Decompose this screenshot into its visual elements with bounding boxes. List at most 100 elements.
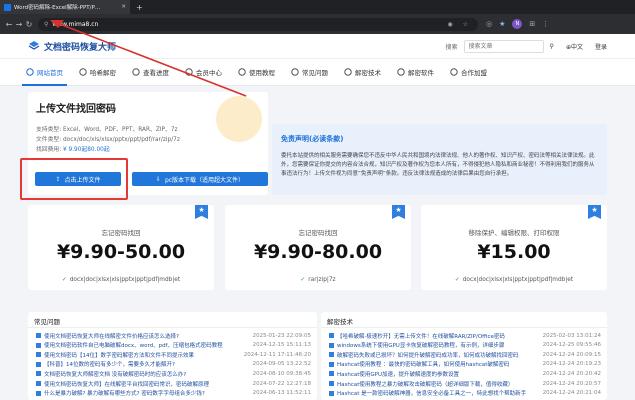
price-label: 找回费用:: [36, 147, 62, 153]
list-item-title: Hashcat使用教程之暴力破解攻击破解密码（超详细版下载，值得收藏）: [337, 381, 514, 388]
disclaimer-title: 免责声明(必读条款): [281, 135, 344, 143]
menu-item-label: 使用教程: [249, 69, 275, 77]
url-field[interactable]: ⚲ www.mima8.cn ◉ ☆: [38, 17, 478, 31]
star-ribbon-icon: ★: [588, 205, 601, 219]
search-input[interactable]: [463, 39, 544, 53]
list-item-title: 什么是暴力破解? 暴力破解有哪些方式? 密码数字字母组合多少钱?: [44, 391, 205, 398]
list-item[interactable]: 破解密码失败或已损坏？如何提升破解密码成功率，如何成功破解找回密码 2024-12…: [329, 350, 601, 359]
menu-item-6[interactable]: 解密技术: [340, 58, 385, 86]
browser-menu-icon[interactable]: ⋮: [542, 20, 549, 28]
ribbon-star: ★: [198, 206, 205, 214]
check-icon: ✓: [454, 277, 460, 283]
list-item[interactable]: Hashcat使用GPU加速，提升破解速度的参数设置 2024-12-24 20:…: [329, 369, 601, 378]
new-tab-icon[interactable]: +: [136, 3, 143, 12]
bullet-icon: [36, 371, 41, 377]
menu-item-3[interactable]: 会员中心: [181, 58, 226, 86]
menu-item-0[interactable]: 网站首页: [22, 58, 67, 86]
list-item-date: 2025-01-23 22:09:05: [252, 332, 311, 339]
menu-item-label: 解密软件: [408, 69, 434, 77]
list-item[interactable]: windows系统下使用GPU显卡恢复破解密码教程，有示例，详细步骤 2024-1…: [329, 341, 601, 350]
list-item[interactable]: 什么是暴力破解? 暴力破解有哪些方式? 密码数字字母组合多少钱? 2024-06-…: [36, 389, 311, 398]
plan-price: ¥15.00: [477, 241, 551, 263]
list-item[interactable]: 使用文档密码软件自已电脑破解docx、word、pdf、压缩包格式密码教程 202…: [36, 341, 311, 350]
handshake-icon: [450, 68, 458, 76]
list-item[interactable]: 文档密码恢复大师解密文档 没有破解密码时的应该怎么办? 2024-08-10 09…: [36, 369, 311, 378]
plan-formats: ✓ rar|zip|7z: [225, 277, 411, 283]
home-icon: [26, 68, 34, 76]
search-button[interactable]: 搜索: [446, 42, 458, 51]
key-icon: [79, 68, 87, 76]
plan-price: ¥9.90-50.00: [56, 241, 186, 263]
extension-icon[interactable]: ◎: [486, 20, 492, 28]
menu-item-8[interactable]: 合作加盟: [446, 58, 491, 86]
list-item[interactable]: Hashcat使用教程 ：最快的密码破解工具，如何使用hashcat破解密码 20…: [329, 360, 601, 369]
menu-item-label: 合作加盟: [461, 69, 487, 77]
divider: [321, 327, 607, 328]
profile-avatar[interactable]: N: [512, 19, 523, 29]
list-item[interactable]: 使用文档密码恢复大师】在线解密平台找回密码常识，密码破解原理 2024-07-22…: [36, 379, 311, 388]
bullet-icon: [36, 342, 41, 348]
site-info-icon[interactable]: ⚲: [44, 21, 48, 28]
list-item[interactable]: 【哈希破解·极速秒开】无需上传文件！在线破解RAR/ZIP/Office密码 20…: [329, 331, 601, 340]
pricing-card[interactable]: ★ 忘记密码找回 ¥9.90-80.00 ✓ rar|zip|7z: [225, 205, 411, 290]
browser-tab-bar: Word密码解除-Excel解除-PPT/P… ✕ +: [0, 0, 635, 14]
list-item[interactable]: Hashcat 是一款密码破解神器，信息安全必备工具之一，特此想找个帮助新手 20…: [329, 389, 601, 398]
extensions-puzzle-icon[interactable]: ⊞: [529, 20, 535, 28]
forward-icon[interactable]: →: [14, 20, 24, 29]
list-item-title: 【科普】14位数的密码有多少个，需要多久才能解开?: [44, 362, 175, 369]
divider: [28, 327, 317, 328]
tech-title: 解密技术: [327, 318, 353, 326]
menu-item-label: 哈希解密: [90, 69, 116, 77]
list-item-title: 使用文档密码恢复大师】在线解密平台找回密码常识，密码破解原理: [44, 381, 210, 388]
plan-price: ¥9.90-80.00: [253, 241, 383, 263]
search-icon[interactable]: ⚲: [550, 43, 554, 50]
bullet-icon: [329, 352, 334, 358]
logo-icon: [28, 41, 40, 50]
faq-title: 常见问题: [34, 318, 60, 326]
list-item-date: 2024-12-24 20:20:42: [542, 370, 601, 377]
menu-item-label: 常见问题: [302, 69, 328, 77]
list-item-title: Hashcat 是一款密码破解神器，信息安全必备工具之一，特此想找个帮助新手: [337, 391, 527, 398]
site-name: 文档密码恢复大师: [44, 42, 117, 53]
list-item[interactable]: 【科普】14位数的密码有多少个，需要多久才能解开? 2024-09-05 13:2…: [36, 360, 311, 369]
check-icon: ✓: [61, 277, 67, 283]
menu-item-7[interactable]: 解密软件: [393, 58, 438, 86]
bullet-icon: [329, 361, 334, 367]
site-logo[interactable]: 文档密码恢复大师: [28, 40, 116, 53]
list-item[interactable]: Hashcat使用教程之暴力破解攻击破解密码（超详细版下载，值得收藏） 2024-…: [329, 379, 601, 388]
bullet-icon: [329, 371, 334, 377]
back-icon[interactable]: ←: [4, 20, 14, 29]
list-item-title: Hashcat使用教程 ：最快的密码破解工具，如何使用hashcat破解密码: [337, 362, 510, 369]
software-icon: [397, 68, 405, 76]
login-link[interactable]: 登录: [595, 42, 607, 51]
list-item-date: 2024-12-24 20:20:57: [542, 380, 601, 387]
browser-tab[interactable]: Word密码解除-Excel解除-PPT/P… ✕: [0, 0, 130, 14]
list-item-title: 文档密码恢复大师解密文档 没有破解密码时的应该怎么办?: [44, 371, 187, 378]
plan-name: 忘记密码找回: [101, 229, 141, 237]
bullet-icon: [36, 333, 41, 338]
menu-item-1[interactable]: 哈希解密: [75, 58, 120, 86]
menu-item-5[interactable]: 常见问题: [287, 58, 332, 86]
progress-icon: [132, 68, 140, 76]
formats-value: Excel、Word、PDF、PPT、RAR、ZIP、7z: [63, 127, 178, 133]
bookmark-star-icon[interactable]: ★: [499, 20, 505, 28]
plan-name: 移除保护、编辑权限、打印权限: [468, 229, 560, 237]
close-tab-icon[interactable]: ✕: [121, 4, 126, 10]
menu-item-4[interactable]: 使用教程: [234, 58, 279, 86]
download-icon: ⇩: [155, 175, 161, 183]
ext-value: docx/doc/xls/xlsx/pptx/ppt/pdf/rar/zip/7…: [63, 137, 180, 143]
reload-icon[interactable]: ↻: [24, 20, 34, 29]
pricing-card[interactable]: ★ 移除保护、编辑权限、打印权限 ¥15.00 ✓ docx|doc|xlsx|xls|…: [421, 205, 607, 290]
pricing-card[interactable]: ★ 忘记密码找回 ¥9.90-50.00 ✓ docx|doc|xlsx|xls|ppt…: [28, 205, 214, 290]
pc-download-button[interactable]: ⇩ pc版本下载（适用超大文件）: [132, 172, 268, 186]
upload-info: 支持类型: Excel、Word、PDF、PPT、RAR、ZIP、7z 文件类型…: [36, 125, 180, 155]
menu-item-label: 会员中心: [196, 69, 222, 77]
address-actions-icon[interactable]: ◉ ☆: [447, 21, 472, 28]
list-item-title: 破解密码失败或已损坏？如何提升破解密码成功率，如何成功破解找回密码: [337, 352, 519, 359]
ext-label: 文件类型:: [36, 137, 62, 143]
list-item[interactable]: 使用文档密码【14位】数字密码解密方法和文件不同提示效果 2024-12-11 1…: [36, 350, 311, 359]
language-switch[interactable]: ⊕中文: [566, 42, 583, 51]
list-item[interactable]: 使用文档密码恢复大师在线解密文件价格应该怎么选择? 2025-01-23 22:0…: [36, 331, 311, 340]
ribbon-star: ★: [591, 206, 598, 214]
menu-item-2[interactable]: 查看进度: [128, 58, 173, 86]
